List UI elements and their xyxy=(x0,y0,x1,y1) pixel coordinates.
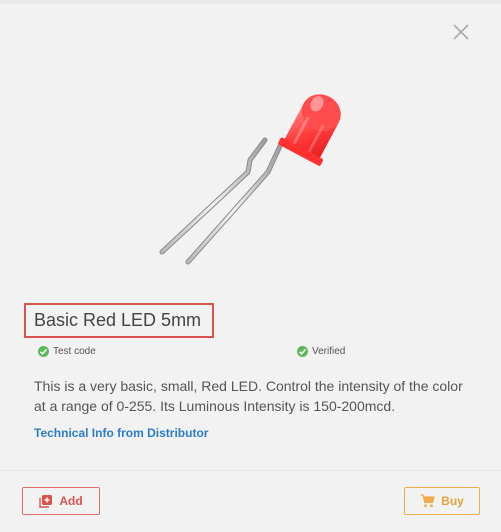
close-icon xyxy=(453,24,469,40)
add-button[interactable]: Add xyxy=(22,487,100,515)
check-circle-icon xyxy=(297,346,308,357)
product-image xyxy=(150,90,350,270)
badge-label: Verified xyxy=(312,346,346,357)
add-button-label: Add xyxy=(59,494,83,508)
add-box-icon xyxy=(39,494,53,508)
badge-test-code: Test code xyxy=(38,346,96,357)
cart-icon xyxy=(420,494,435,508)
product-description: This is a very basic, small, Red LED. Co… xyxy=(34,378,463,414)
technical-info-link[interactable]: Technical Info from Distributor xyxy=(34,426,208,440)
badge-label: Test code xyxy=(53,346,96,357)
buy-button[interactable]: Buy xyxy=(404,487,480,515)
product-title-box: Basic Red LED 5mm xyxy=(24,303,214,338)
check-circle-icon xyxy=(38,346,49,357)
badge-verified: Verified xyxy=(297,346,345,357)
buy-button-label: Buy xyxy=(441,494,464,508)
led-body xyxy=(278,94,341,166)
led-leg-right xyxy=(185,143,283,265)
close-button[interactable] xyxy=(452,23,470,41)
modal-top-strip xyxy=(0,0,501,4)
product-title: Basic Red LED 5mm xyxy=(34,310,202,330)
footer-divider xyxy=(0,470,501,471)
